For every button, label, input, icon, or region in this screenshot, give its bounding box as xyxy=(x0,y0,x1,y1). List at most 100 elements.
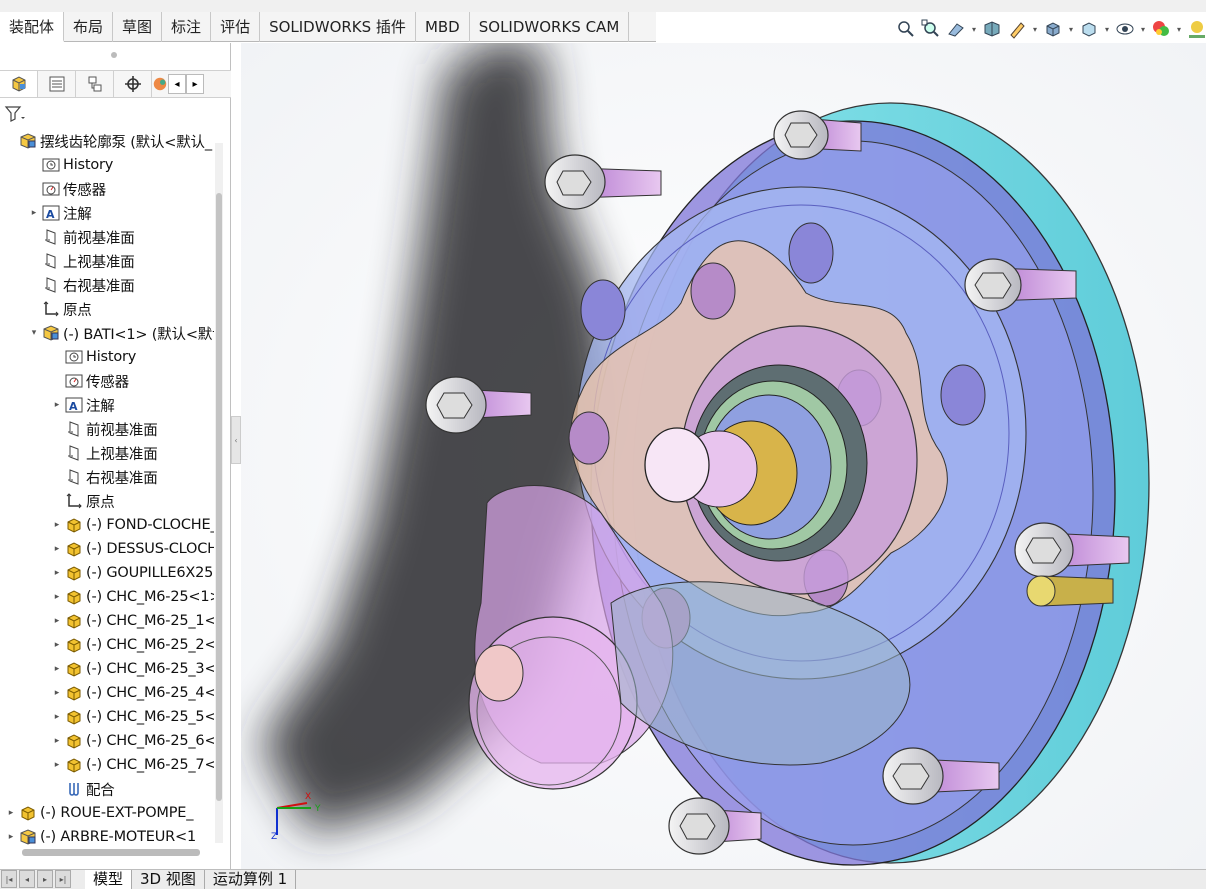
command-tab-2[interactable]: 草图 xyxy=(113,12,163,42)
expand-arrow-icon[interactable]: ▸ xyxy=(4,808,18,818)
tree-item[interactable]: ▸ (-) CHC_M6-25_2< xyxy=(50,633,214,657)
bottom-tab-2[interactable]: 运动算例 1 xyxy=(205,870,297,889)
tree-item[interactable]: 右视基准面 xyxy=(50,465,158,489)
next-tab-button[interactable]: ▸ xyxy=(37,870,53,888)
tree-item-label: 摆线齿轮廓泵 (默认<默认_ xyxy=(40,134,212,151)
tree-item[interactable]: 前视基准面 xyxy=(27,225,135,249)
first-tab-button[interactable]: |◂ xyxy=(1,870,17,888)
tree-item[interactable]: 前视基准面 xyxy=(50,417,158,441)
panel-splitter-handle[interactable]: ‹ xyxy=(231,416,241,464)
dowel-pin[interactable] xyxy=(1026,575,1114,607)
edit-appearance-icon[interactable] xyxy=(1150,18,1172,40)
origin-icon xyxy=(41,299,61,319)
expand-arrow-icon[interactable]: ▸ xyxy=(4,832,18,842)
mates-icon xyxy=(64,779,84,799)
tree-item[interactable]: 原点 xyxy=(50,489,115,513)
assembly-model-view[interactable]: X Y Z xyxy=(241,43,1206,869)
chevron-down-icon[interactable]: ▾ xyxy=(1139,18,1147,40)
tree-item[interactable]: ▸ (-) GOUPILLE6X25< xyxy=(50,561,214,585)
expand-arrow-icon[interactable]: ▸ xyxy=(50,616,64,626)
expand-arrow-icon[interactable]: ▸ xyxy=(50,688,64,698)
expand-arrow-icon[interactable]: ▸ xyxy=(50,736,64,746)
last-tab-button[interactable]: ▸| xyxy=(55,870,71,888)
tree-item[interactable]: History xyxy=(50,345,136,369)
tree-item[interactable]: 配合 xyxy=(50,777,115,801)
command-tab-5[interactable]: SOLIDWORKS 插件 xyxy=(260,12,416,42)
section-view-icon[interactable] xyxy=(981,18,1003,40)
tree-item[interactable]: ▸ A 注解 xyxy=(50,393,115,417)
tree-item[interactable]: 原点 xyxy=(27,297,92,321)
expand-arrow-icon[interactable]: ▸ xyxy=(50,592,64,602)
expand-arrow-icon[interactable]: ▸ xyxy=(50,640,64,650)
plane-icon xyxy=(64,419,84,439)
property-manager-tab[interactable] xyxy=(38,71,76,97)
tree-item[interactable]: ▸ (-) FOND-CLOCHE_ xyxy=(50,513,214,537)
tree-item[interactable]: ▸ (-) CHC_M6-25_4< xyxy=(50,681,214,705)
chevron-down-icon[interactable]: ▾ xyxy=(1175,18,1183,40)
tree-item[interactable]: 摆线齿轮廓泵 (默认<默认_ xyxy=(4,129,212,153)
expand-arrow-icon[interactable]: ▸ xyxy=(27,208,41,218)
tree-item[interactable]: ▸ (-) CHC_M6-25_1< xyxy=(50,609,214,633)
tree-item[interactable]: ▾ (-) BATI<1> (默认<默认 xyxy=(27,321,214,345)
zoom-to-area-icon[interactable] xyxy=(920,18,942,40)
filter-icon[interactable] xyxy=(4,104,26,124)
tree-item[interactable]: ▸ (-) CHC_M6-25_6< xyxy=(50,729,214,753)
display-manager-tab[interactable] xyxy=(152,71,168,97)
inlet-port-flange[interactable] xyxy=(468,616,638,790)
configuration-manager-tab[interactable] xyxy=(76,71,114,97)
command-tab-1[interactable]: 布局 xyxy=(64,12,114,42)
tree-item[interactable]: History xyxy=(27,153,113,177)
feature-manager-tab[interactable] xyxy=(0,71,38,97)
tree-item[interactable]: ▸ (-) CHC_M6-25_3< xyxy=(50,657,214,681)
tree-item[interactable]: ▸ (-) ARBRE-MOTEUR<1 xyxy=(4,825,196,849)
tree-item-label: (-) CHC_M6-25_2< xyxy=(86,637,214,653)
tree-item[interactable]: 右视基准面 xyxy=(27,273,135,297)
expand-arrow-icon[interactable]: ▸ xyxy=(50,664,64,674)
command-tab-4[interactable]: 评估 xyxy=(211,12,261,42)
expand-arrow-icon[interactable]: ▸ xyxy=(50,712,64,722)
panel-grip[interactable] xyxy=(111,52,117,58)
tab-scroll-left-button[interactable]: ◂ xyxy=(168,74,186,94)
bottom-tab-0[interactable]: 模型 xyxy=(85,870,133,889)
expand-arrow-icon[interactable]: ▸ xyxy=(50,760,64,770)
command-tab-6[interactable]: MBD xyxy=(416,12,470,42)
dimxpert-manager-tab[interactable] xyxy=(114,71,152,97)
graphics-area[interactable]: X Y Z xyxy=(241,43,1206,869)
chevron-down-icon[interactable]: ▾ xyxy=(1067,18,1075,40)
tree-item[interactable]: ▸ (-) CHC_M6-25_7< xyxy=(50,753,214,777)
chevron-down-icon[interactable]: ▾ xyxy=(1103,18,1111,40)
expand-arrow-icon[interactable]: ▸ xyxy=(50,520,64,530)
expand-arrow-icon[interactable]: ▸ xyxy=(50,544,64,554)
tree-item[interactable]: 传感器 xyxy=(50,369,129,393)
tree-item[interactable]: ▸ (-) CHC_M6-25_5< xyxy=(50,705,214,729)
dynamic-annotation-icon[interactable] xyxy=(1006,18,1028,40)
tree-item[interactable]: ▸ (-) ROUE-EXT-POMPE_ xyxy=(4,801,194,825)
tree-scroll-thumb[interactable] xyxy=(216,193,222,801)
expand-arrow-icon[interactable]: ▸ xyxy=(50,400,64,410)
tree-horizontal-scrollbar[interactable] xyxy=(22,849,200,856)
previous-view-icon[interactable] xyxy=(945,18,967,40)
tree-item[interactable]: ▸ (-) CHC_M6-25<1> xyxy=(50,585,214,609)
tree-filter[interactable] xyxy=(4,101,224,127)
command-tab-0[interactable]: 装配体 xyxy=(0,12,65,42)
command-tab-3[interactable]: 标注 xyxy=(162,12,212,42)
prev-tab-button[interactable]: ◂ xyxy=(19,870,35,888)
hide-show-icon[interactable] xyxy=(1114,18,1136,40)
view-orientation-icon[interactable] xyxy=(1042,18,1064,40)
apply-scene-icon[interactable] xyxy=(1186,18,1206,40)
motor-shaft[interactable] xyxy=(644,427,710,503)
tree-item[interactable]: 上视基准面 xyxy=(27,249,135,273)
chevron-down-icon[interactable]: ▾ xyxy=(970,18,978,40)
expand-arrow-icon[interactable]: ▸ xyxy=(50,568,64,578)
command-tab-7[interactable]: SOLIDWORKS CAM xyxy=(470,12,630,42)
expand-arrow-icon[interactable]: ▾ xyxy=(27,328,41,338)
chevron-down-icon[interactable]: ▾ xyxy=(1031,18,1039,40)
tree-item[interactable]: 上视基准面 xyxy=(50,441,158,465)
bottom-tab-1[interactable]: 3D 视图 xyxy=(132,870,205,889)
tree-item[interactable]: ▸ (-) DESSUS-CLOCH xyxy=(50,537,214,561)
tree-item[interactable]: 传感器 xyxy=(27,177,106,201)
tree-item[interactable]: ▸ A 注解 xyxy=(27,201,92,225)
zoom-to-fit-icon[interactable] xyxy=(895,18,917,40)
display-style-icon[interactable] xyxy=(1078,18,1100,40)
tab-scroll-right-button[interactable]: ▸ xyxy=(186,74,204,94)
